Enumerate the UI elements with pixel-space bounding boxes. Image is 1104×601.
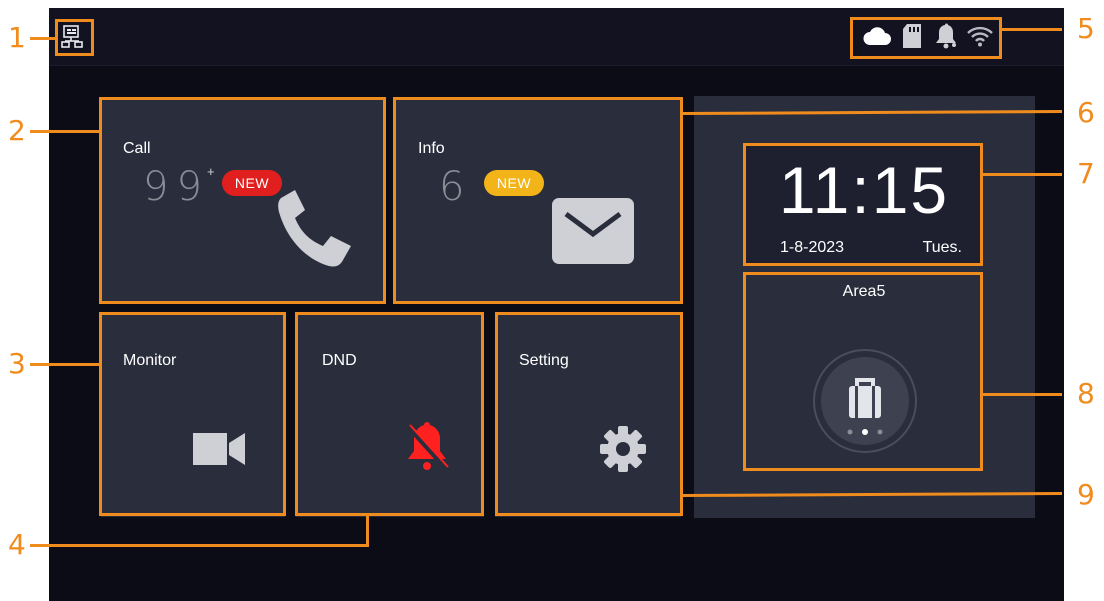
bell-icon[interactable] [935, 23, 957, 49]
call-count: 99 [143, 164, 210, 210]
callout-line-4b [30, 544, 369, 547]
callout-line-8 [983, 393, 1062, 396]
right-panel: 11:15 1-8-2023 Tues. Area5 [694, 96, 1035, 518]
clock-weekday: Tues. [922, 239, 962, 256]
setting-tile[interactable]: Setting [495, 313, 681, 517]
callout-line-5 [1002, 28, 1062, 31]
monitor-tile[interactable]: Monitor [101, 313, 285, 517]
callout-line-1 [30, 37, 55, 40]
dnd-label: DND [322, 352, 357, 369]
setting-label: Setting [519, 352, 569, 369]
callout-7: 7 [1077, 157, 1095, 190]
call-new-badge: NEW [222, 170, 282, 196]
wifi-icon[interactable] [966, 25, 994, 47]
gear-icon [600, 426, 646, 472]
bell-off-icon [406, 422, 449, 471]
call-count-suffix: + [207, 164, 215, 179]
callout-5: 5 [1077, 12, 1095, 45]
video-camera-icon [193, 433, 245, 465]
device-screen: Call 99 + NEW Info 6 NEW Monitor DND Set… [49, 8, 1064, 601]
clock-widget: 11:15 1-8-2023 Tues. [746, 146, 982, 264]
callout-8: 8 [1077, 377, 1095, 410]
info-new-badge: NEW [484, 170, 544, 196]
envelope-icon [552, 198, 634, 264]
callout-3: 3 [8, 347, 26, 380]
info-label: Info [418, 140, 445, 157]
monitor-label: Monitor [123, 352, 177, 369]
callout-4: 4 [8, 528, 26, 561]
cloud-icon[interactable] [862, 25, 892, 47]
status-bar [49, 8, 1064, 66]
luggage-icon[interactable] [812, 348, 918, 454]
callout-line-3 [30, 363, 99, 366]
phone-icon [278, 190, 351, 267]
callout-9: 9 [1077, 478, 1095, 511]
clock-date: 1-8-2023 [780, 239, 845, 256]
call-tile[interactable]: Call 99 + NEW [101, 98, 385, 302]
callout-line-4a [366, 516, 369, 547]
network-topology-icon[interactable] [61, 25, 85, 49]
info-count: 6 [439, 164, 473, 210]
sd-card-icon[interactable] [901, 23, 923, 49]
area-widget[interactable]: Area5 [746, 274, 982, 468]
callout-line-2 [30, 130, 99, 133]
call-label: Call [123, 140, 151, 157]
area-label: Area5 [842, 283, 886, 300]
callout-2: 2 [8, 114, 26, 147]
callout-1: 1 [8, 21, 26, 54]
dnd-tile[interactable]: DND [296, 313, 484, 517]
callout-line-7 [983, 173, 1062, 176]
info-tile[interactable]: Info 6 NEW [395, 98, 681, 302]
clock-time: 11:15 [778, 153, 950, 227]
callout-6: 6 [1077, 96, 1095, 129]
